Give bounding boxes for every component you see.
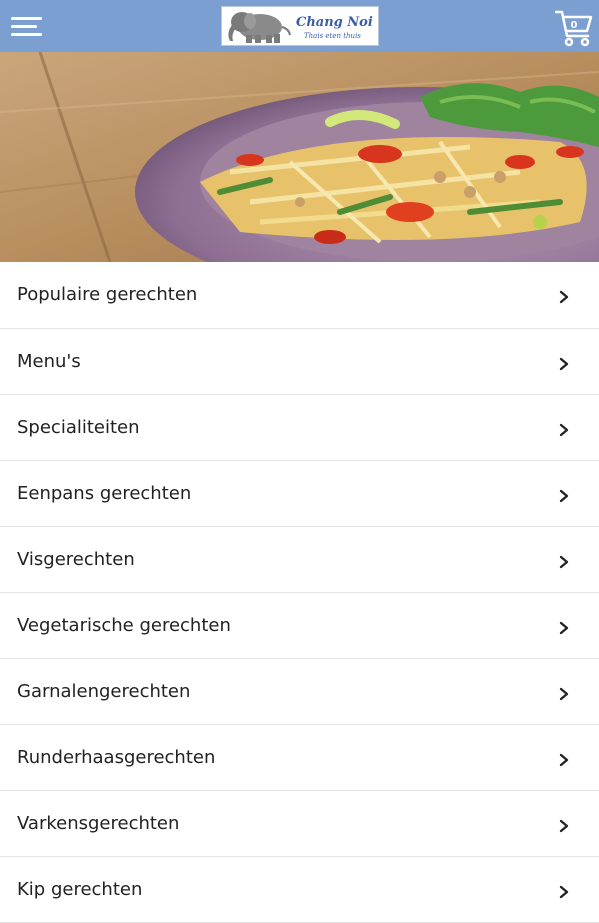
chevron-right-icon (559, 819, 569, 833)
menu-item-garnalengerechten[interactable]: Garnalengerechten (0, 659, 599, 725)
menu-item-label: Vegetarische gerechten (17, 615, 231, 636)
menu-item-label: Runderhaasgerechten (17, 747, 216, 768)
logo-name: Chang Noi (296, 15, 373, 30)
cart-count-badge: 0 (570, 20, 578, 31)
menu-item-populaire-gerechten[interactable]: Populaire gerechten (0, 262, 599, 329)
elephant-logo-icon (228, 12, 291, 43)
logo-tagline: Thais eten thuis (304, 32, 361, 40)
chevron-right-icon (559, 687, 569, 701)
menu-item-visgerechten[interactable]: Visgerechten (0, 527, 599, 593)
chevron-right-icon (559, 489, 569, 503)
menu-item-label: Visgerechten (17, 549, 135, 570)
app-header: Chang Noi Thais eten thuis 0 (0, 0, 599, 52)
menu-item-menus[interactable]: Menu's (0, 329, 599, 395)
hero-banner-image (0, 52, 599, 262)
category-menu-list: Populaire gerechten Menu's Specialiteite… (0, 262, 599, 923)
menu-item-specialiteiten[interactable]: Specialiteiten (0, 395, 599, 461)
menu-item-vegetarische-gerechten[interactable]: Vegetarische gerechten (0, 593, 599, 659)
chevron-right-icon (559, 357, 569, 371)
chevron-right-icon (559, 753, 569, 767)
menu-item-runderhaasgerechten[interactable]: Runderhaasgerechten (0, 725, 599, 791)
menu-item-label: Kip gerechten (17, 879, 143, 900)
menu-item-kip-gerechten[interactable]: Kip gerechten (0, 857, 599, 923)
brand-logo[interactable]: Chang Noi Thais eten thuis (221, 6, 379, 46)
chevron-right-icon (559, 290, 569, 304)
chevron-right-icon (559, 621, 569, 635)
hamburger-menu-icon[interactable] (11, 14, 43, 38)
menu-item-label: Specialiteiten (17, 417, 140, 438)
chevron-right-icon (559, 555, 569, 569)
menu-item-varkensgerechten[interactable]: Varkensgerechten (0, 791, 599, 857)
menu-item-label: Populaire gerechten (17, 284, 198, 305)
chevron-right-icon (559, 885, 569, 899)
menu-item-label: Garnalengerechten (17, 681, 191, 702)
menu-item-label: Eenpans gerechten (17, 483, 192, 504)
menu-item-label: Menu's (17, 351, 81, 372)
shopping-cart-button[interactable]: 0 (554, 8, 593, 48)
menu-item-label: Varkensgerechten (17, 813, 180, 834)
menu-item-eenpans-gerechten[interactable]: Eenpans gerechten (0, 461, 599, 527)
chevron-right-icon (559, 423, 569, 437)
